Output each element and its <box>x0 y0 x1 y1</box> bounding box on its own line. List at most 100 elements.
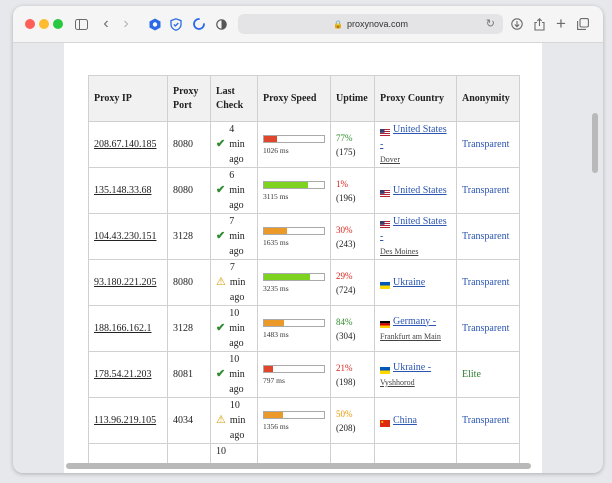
last-check-text: 4 min ago <box>229 124 245 165</box>
last-check-text: 7 min ago <box>229 216 245 257</box>
country-link[interactable]: Ukraine <box>393 277 425 288</box>
proxy-port-cell: 8080 <box>167 167 211 214</box>
proxy-ip-link[interactable]: 135.148.33.68 <box>94 185 152 196</box>
speed-bar-fill <box>264 227 287 234</box>
last-check-text: 7 min ago <box>229 262 246 303</box>
uptime-percent: 30% <box>336 224 353 235</box>
proxy-country-cell <box>374 443 457 465</box>
horizontal-scrollbar[interactable] <box>66 463 531 469</box>
anonymity-cell: Transparent <box>456 305 520 352</box>
address-bar[interactable]: 🔒 proxynova.com ↻ <box>238 14 503 34</box>
uptime-cell <box>330 443 375 465</box>
proxy-speed-cell: 1356 ms <box>257 397 331 444</box>
speed-value: 1635 ms <box>263 237 289 247</box>
proxy-ip-cell: 208.67.140.185 <box>88 121 168 168</box>
last-check-cell: ✔ 6 min ago <box>210 167 258 214</box>
contrast-icon[interactable] <box>213 14 229 34</box>
proxy-ip-link[interactable]: 208.67.140.185 <box>94 139 157 150</box>
speed-value: 1026 ms <box>263 145 289 155</box>
city-link[interactable]: Des Moines <box>380 247 418 256</box>
new-tab-icon[interactable]: + <box>553 14 569 34</box>
vertical-scrollbar[interactable] <box>592 113 598 173</box>
back-icon[interactable]: ‹ <box>99 14 113 34</box>
speed-bar-fill <box>264 273 310 280</box>
speed-bar-fill <box>264 181 309 188</box>
anonymity-cell: Transparent <box>456 213 520 260</box>
anonymity-cell: Transparent <box>456 167 520 214</box>
table-row: 93.180.221.205 8080 ⚠ 7 min ago 3235 ms 29% (7… <box>88 259 520 306</box>
proxy-country-cell: China <box>374 397 457 444</box>
browser-window: ‹ › 🔒 proxynova.com ↻ + Proxy IP Proxy P… <box>13 6 603 473</box>
uptime-percent: 84% <box>336 316 353 327</box>
speed-bar <box>263 364 325 373</box>
country-link[interactable]: United States <box>393 185 447 196</box>
flag-cn-icon <box>380 417 390 428</box>
proxy-port-cell: 8080 <box>167 259 211 306</box>
page-content: Proxy IP Proxy Port Last Check Proxy Spe… <box>64 43 542 473</box>
city-link[interactable]: Vyshhorod <box>380 378 415 387</box>
reload-icon[interactable]: ↻ <box>486 17 495 30</box>
privacy-shield-icon[interactable] <box>168 14 184 34</box>
last-check-cell: ✔ 4 min ago <box>210 121 258 168</box>
minimize-window-button[interactable] <box>39 19 49 29</box>
anonymity-cell: Transparent <box>456 121 520 168</box>
proxy-country-cell: United States <box>374 167 457 214</box>
check-icon: ✔ <box>216 368 226 380</box>
proxy-speed-cell: 1483 ms <box>257 305 331 352</box>
proxy-ip-link[interactable]: 113.96.219.105 <box>94 415 156 426</box>
city-link[interactable]: Frankfurt am Main <box>380 332 441 341</box>
proxy-speed-cell <box>257 443 331 465</box>
uptime-percent: 1% <box>336 178 348 189</box>
speed-bar <box>263 180 325 189</box>
country-link[interactable]: China <box>393 415 417 426</box>
uptime-count: (198) <box>336 376 356 387</box>
proxy-port-cell: 4034 <box>167 397 211 444</box>
browser-toolbar: ‹ › 🔒 proxynova.com ↻ + <box>13 6 603 43</box>
country-link[interactable]: Germany - <box>393 316 436 327</box>
forward-icon[interactable]: › <box>119 14 133 34</box>
last-check-cell: ✔ 10 min ago <box>210 351 258 398</box>
anonymity-cell <box>456 443 520 465</box>
check-icon: ✔ <box>216 138 226 150</box>
warning-icon: ⚠ <box>216 276 226 288</box>
country-link[interactable]: Ukraine - <box>393 362 431 373</box>
last-check-cell: 10 <box>210 443 258 465</box>
header-uptime: Uptime <box>330 75 375 122</box>
anonymity-value: Transparent <box>462 185 510 196</box>
flag-de-icon <box>380 318 390 328</box>
speed-bar <box>263 226 325 235</box>
proxy-port-cell: 3128 <box>167 305 211 352</box>
sidebar-toggle-icon[interactable] <box>73 14 89 34</box>
table-row: 113.96.219.105 4034 ⚠ 10 min ago 1356 ms 50%(… <box>88 397 520 444</box>
extension-shield-blue-icon[interactable] <box>147 14 163 34</box>
share-icon[interactable] <box>531 14 547 34</box>
table-row: 178.54.21.203 8081 ✔ 10 min ago 797 ms 21% (19… <box>88 351 520 398</box>
last-check-cell: ⚠ 7 min ago <box>210 259 258 306</box>
table-row: 135.148.33.68 8080 ✔ 6 min ago 3115 ms 1% (196… <box>88 167 520 214</box>
city-link[interactable]: Dover <box>380 155 400 164</box>
warning-icon: ⚠ <box>216 414 226 426</box>
proxy-ip-link[interactable]: 188.166.162.1 <box>94 323 152 334</box>
proxy-ip-link[interactable]: 178.54.21.203 <box>94 369 152 380</box>
uptime-percent: 77% <box>336 132 353 143</box>
proxy-port-cell: 8080 <box>167 121 211 168</box>
header-anonymity: Anonymity <box>456 75 520 122</box>
check-icon: ✔ <box>216 184 226 196</box>
downloads-icon[interactable] <box>509 14 525 34</box>
proxy-speed-cell: 3115 ms <box>257 167 331 214</box>
proxy-ip-link[interactable]: 93.180.221.205 <box>94 277 157 288</box>
tab-overview-icon[interactable] <box>575 14 591 34</box>
anonymity-value: Transparent <box>462 231 510 242</box>
speed-bar <box>263 318 325 327</box>
proxy-ip-link[interactable]: 104.43.230.151 <box>94 231 157 242</box>
speed-value: 797 ms <box>263 375 285 385</box>
loading-spinner-icon[interactable] <box>191 14 207 34</box>
proxy-ip-cell: 188.166.162.1 <box>88 305 168 352</box>
header-last-check: Last Check <box>210 75 258 122</box>
uptime-cell: 77% (175) <box>330 121 375 168</box>
close-window-button[interactable] <box>25 19 35 29</box>
proxy-country-cell: United States - Des Moines <box>374 213 457 260</box>
proxy-port-cell: 3128 <box>167 213 211 260</box>
proxy-port-cell <box>167 443 211 465</box>
zoom-window-button[interactable] <box>53 19 63 29</box>
